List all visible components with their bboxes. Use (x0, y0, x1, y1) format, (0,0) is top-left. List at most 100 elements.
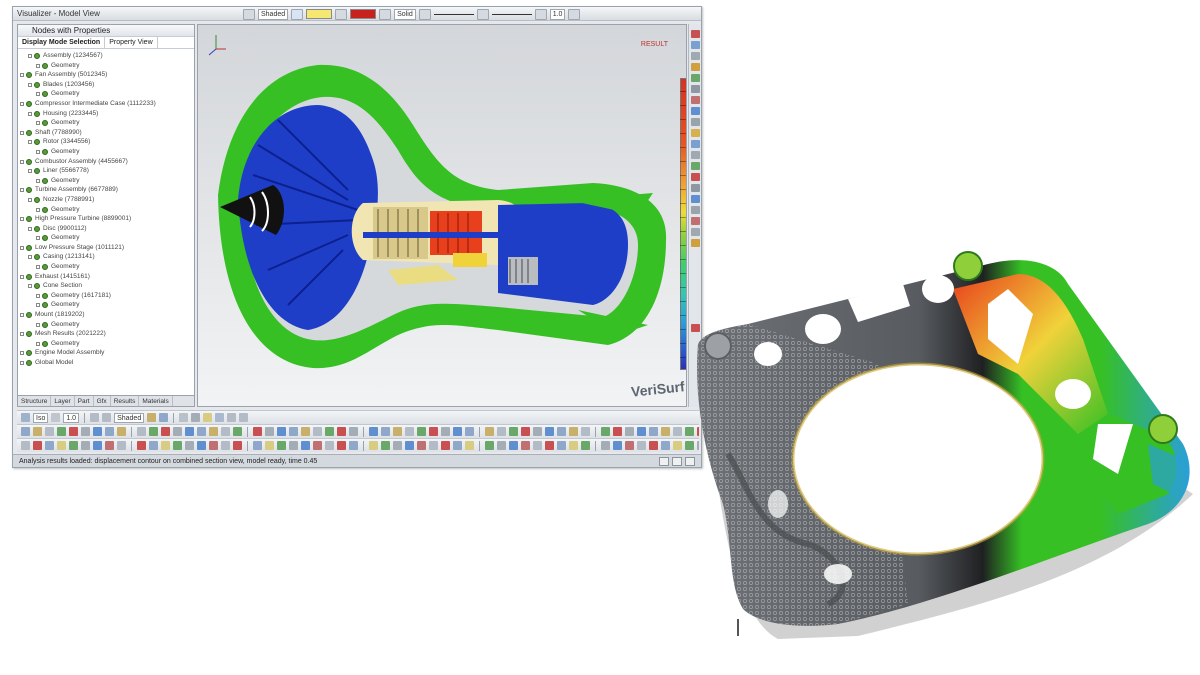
tool-icon[interactable] (649, 441, 658, 450)
expand-toggle-icon[interactable] (28, 284, 32, 289)
measure-icon[interactable] (179, 413, 189, 422)
tool-icon[interactable] (381, 441, 390, 450)
expand-toggle-icon[interactable] (36, 265, 40, 270)
light-icon[interactable] (203, 413, 213, 422)
tool-icon[interactable] (69, 427, 78, 436)
tool-icon[interactable] (161, 427, 170, 436)
expand-toggle-icon[interactable] (28, 197, 32, 202)
tool-icon[interactable] (381, 427, 390, 436)
tool-icon[interactable] (325, 441, 334, 450)
tree-item[interactable]: Geometry (18, 176, 194, 186)
tool-icon[interactable] (277, 427, 286, 436)
expand-toggle-icon[interactable] (20, 245, 24, 250)
tool-icon[interactable] (81, 441, 90, 450)
tool-icon[interactable] (521, 441, 530, 450)
zoom-icon[interactable] (90, 413, 100, 422)
tool-icon[interactable] (637, 427, 646, 436)
expand-toggle-icon[interactable] (28, 54, 32, 58)
tool-icon[interactable] (497, 427, 506, 436)
expand-toggle-icon[interactable] (28, 255, 32, 260)
view-select[interactable]: Iso (33, 412, 49, 423)
expand-toggle-icon[interactable] (36, 92, 40, 97)
tool-icon[interactable] (209, 427, 218, 436)
tool-icon[interactable] (545, 441, 554, 450)
tool-icon[interactable] (637, 441, 646, 450)
tool-icon[interactable] (21, 441, 30, 450)
tab-layer[interactable]: Layer (51, 396, 75, 406)
tool-icon[interactable] (117, 441, 126, 450)
tool-icon[interactable] (149, 441, 158, 450)
chevron-down-icon[interactable] (534, 8, 547, 20)
tool-icon[interactable] (465, 427, 474, 436)
tab-materials[interactable]: Materials (139, 396, 173, 406)
tool-icon[interactable] (673, 441, 682, 450)
expand-toggle-icon[interactable] (36, 207, 40, 212)
select-icon[interactable] (21, 413, 30, 422)
tree-item[interactable]: Geometry (18, 118, 194, 128)
tool-icon[interactable] (289, 441, 298, 450)
grid-icon[interactable] (227, 413, 237, 422)
tool-icon[interactable] (417, 441, 426, 450)
tree-item[interactable]: Shaft (7788990) (18, 128, 194, 138)
expand-toggle-icon[interactable] (20, 188, 24, 193)
tool-icon[interactable] (649, 427, 658, 436)
tool-icon[interactable] (33, 441, 42, 450)
tool-icon[interactable] (661, 441, 670, 450)
tool-icon[interactable] (185, 427, 194, 436)
tool-icon[interactable] (545, 427, 554, 436)
chevron-down-icon[interactable] (379, 8, 392, 20)
tool-icon[interactable] (173, 441, 182, 450)
tool-icon[interactable] (441, 427, 450, 436)
expand-toggle-icon[interactable] (20, 351, 24, 356)
tool-icon[interactable] (673, 427, 682, 436)
expand-toggle-icon[interactable] (36, 322, 40, 327)
expand-toggle-icon[interactable] (28, 82, 32, 87)
tool-icon[interactable] (233, 427, 242, 436)
tool-icon[interactable] (441, 441, 450, 450)
side-tool-icon[interactable] (691, 63, 700, 71)
tool-icon[interactable] (209, 441, 218, 450)
tree-item[interactable]: High Pressure Turbine (8899001) (18, 214, 194, 224)
tree-item[interactable]: Geometry (18, 147, 194, 157)
tool-icon[interactable] (613, 441, 622, 450)
zoom-select[interactable]: 1.0 (549, 8, 566, 20)
section-icon[interactable] (159, 413, 169, 422)
tool-icon[interactable] (81, 427, 90, 436)
tree-item[interactable]: Combustor Assembly (4455667) (18, 157, 194, 167)
tree-item[interactable]: Turbine Assembly (6677889) (18, 185, 194, 195)
tool-icon[interactable] (337, 427, 346, 436)
expand-toggle-icon[interactable] (20, 332, 24, 337)
tool-icon[interactable] (337, 441, 346, 450)
tool-icon[interactable] (301, 441, 310, 450)
tool-icon[interactable] (33, 427, 42, 436)
tool-icon[interactable] (557, 427, 566, 436)
tree-item[interactable]: Casing (1213141) (18, 252, 194, 262)
tree-item[interactable]: Geometry (18, 205, 194, 215)
tool-icon[interactable] (301, 427, 310, 436)
side-tool-icon[interactable] (691, 151, 700, 159)
tree-item[interactable]: Low Pressure Stage (1011121) (18, 243, 194, 253)
open-icon[interactable] (243, 8, 255, 20)
side-tool-icon[interactable] (691, 173, 700, 181)
tool-icon[interactable] (265, 427, 274, 436)
color-swatch-red[interactable] (350, 9, 377, 19)
expand-toggle-icon[interactable] (20, 217, 24, 222)
close-icon[interactable] (568, 8, 581, 20)
side-tool-icon[interactable] (691, 228, 700, 236)
tree-item[interactable]: Rotor (3344556) (18, 137, 194, 147)
tree-item[interactable]: Nozzle (7788991) (18, 195, 194, 205)
tool-icon[interactable] (21, 427, 30, 436)
tool-icon[interactable] (569, 427, 578, 436)
tree-item[interactable]: Geometry (18, 339, 194, 349)
tab-results[interactable]: Results (111, 396, 140, 406)
tree-item[interactable]: Geometry (18, 262, 194, 272)
3d-viewport[interactable]: RESULT VeriSurf (197, 24, 687, 407)
tool-icon[interactable] (137, 441, 146, 450)
pan-icon[interactable] (102, 413, 112, 422)
tree-item[interactable]: Geometry (18, 233, 194, 243)
tool-icon[interactable] (601, 441, 610, 450)
tool-icon[interactable] (105, 441, 114, 450)
color-swatch-yellow[interactable] (306, 9, 333, 19)
rotate-icon[interactable] (51, 413, 61, 422)
tool-icon[interactable] (253, 427, 262, 436)
